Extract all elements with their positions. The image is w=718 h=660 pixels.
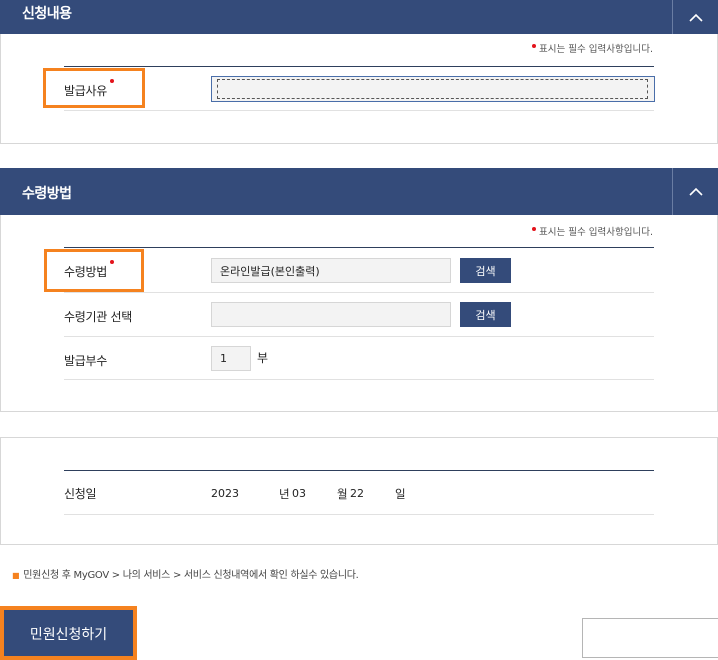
required-note: 표시는 필수 입력사항입니다. (532, 41, 653, 55)
footnote: ■ 민원신청 후 MyGOV > 나의 서비스 > 서비스 신청내역에서 확인 하… (12, 570, 359, 581)
secondary-button[interactable] (582, 618, 718, 658)
receive-method-search-button[interactable]: 검색 (460, 258, 511, 283)
receive-method-panel: 표시는 필수 입력사항입니다. 수령방법 온라인발급(본인출력) 검색 수령기관… (0, 215, 718, 412)
receive-org-label: 수령기관 선택 (64, 310, 132, 324)
receive-org-search-button[interactable]: 검색 (460, 302, 511, 327)
apply-date-panel: 신청일 2023 년 03 월 22 일 (0, 437, 718, 545)
receive-method-input[interactable]: 온라인발급(본인출력) (211, 258, 451, 283)
chevron-up-icon (688, 13, 703, 22)
apply-day-value: 22 (350, 487, 364, 500)
form-top-rule (64, 470, 654, 471)
row-rule (64, 336, 654, 337)
receive-method-highlight (44, 249, 144, 292)
section-header-receive-method: 수령방법 (0, 168, 718, 215)
row-rule (64, 110, 654, 111)
collapse-toggle[interactable] (672, 0, 718, 34)
section-header-application: 신청내용 (0, 0, 718, 34)
section-title: 수령방법 (22, 186, 72, 202)
apply-date-label: 신청일 (64, 487, 97, 501)
issue-reason-highlight (43, 68, 145, 108)
apply-year-value: 2023 (211, 487, 239, 500)
form-top-rule (64, 247, 654, 248)
required-dot-icon (532, 226, 537, 231)
submit-application-button[interactable]: 민원신청하기 (0, 606, 137, 660)
copies-unit: 부 (257, 351, 269, 365)
row-rule (64, 292, 654, 293)
apply-day-unit: 일 (395, 487, 406, 501)
required-note: 표시는 필수 입력사항입니다. (532, 224, 653, 238)
copies-label: 발급부수 (64, 354, 107, 368)
section-title: 신청내용 (22, 6, 72, 22)
apply-year-unit: 년 (279, 487, 290, 501)
row-rule (64, 514, 654, 515)
issue-reason-input[interactable] (211, 76, 655, 102)
form-top-rule (64, 66, 654, 67)
required-dot-icon (532, 43, 537, 48)
apply-month-unit: 월 (337, 487, 348, 501)
row-rule (64, 379, 654, 380)
focus-outline (217, 79, 648, 99)
apply-month-value: 03 (292, 487, 306, 500)
copies-input[interactable]: 1 (211, 346, 251, 371)
receive-org-input[interactable] (211, 302, 451, 327)
collapse-toggle[interactable] (672, 168, 718, 215)
chevron-up-icon (688, 187, 703, 196)
bullet-icon: ■ (12, 571, 20, 580)
